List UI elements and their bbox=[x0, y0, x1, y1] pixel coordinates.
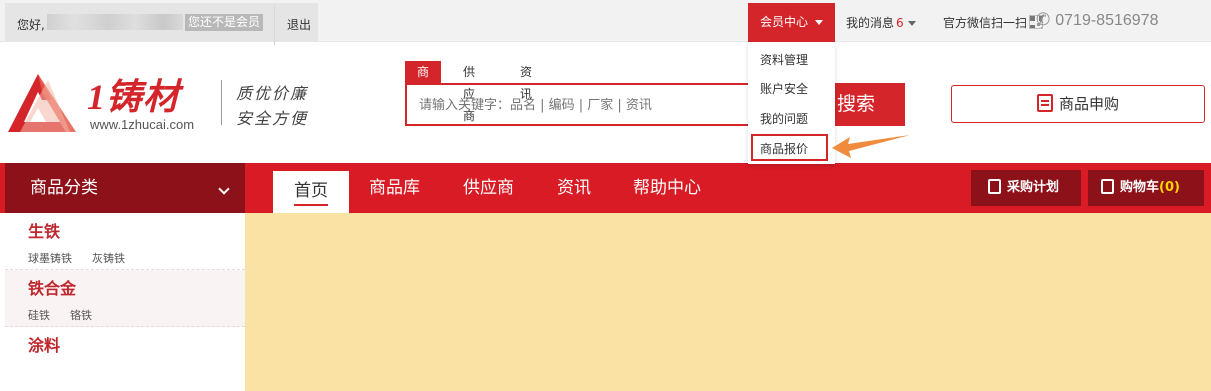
nav-item-label: 首页 bbox=[294, 181, 328, 206]
category-item[interactable]: 生铁 球墨铸铁 灰铸铁 bbox=[5, 213, 245, 270]
caret-down-icon bbox=[907, 21, 916, 26]
cart-button[interactable]: 购物车(0) bbox=[1088, 170, 1204, 206]
menu-item-profile[interactable]: 资料管理 bbox=[760, 51, 808, 68]
document-plus-icon bbox=[1036, 94, 1053, 112]
nav-item-help-center[interactable]: 帮助中心 bbox=[633, 163, 701, 213]
greeting-text: 您好, bbox=[17, 18, 45, 32]
chevron-down-icon bbox=[218, 183, 230, 195]
category-header-label: 商品分类 bbox=[30, 178, 98, 198]
slogan-line-2: 安全方便 bbox=[236, 109, 309, 128]
wechat-label: 官方微信扫一扫 bbox=[943, 16, 1028, 30]
blurred-username bbox=[47, 14, 183, 30]
nav-item-home[interactable]: 首页 bbox=[273, 171, 349, 213]
cart-count: (0) bbox=[1159, 180, 1180, 195]
search-button[interactable]: 搜索 bbox=[827, 83, 905, 126]
caret-down-icon bbox=[815, 20, 824, 25]
hotline: ✆ 0719-8516978 bbox=[1036, 10, 1158, 30]
subcategory-link[interactable]: 铬铁 bbox=[70, 307, 92, 323]
messages-count: 6 bbox=[896, 16, 904, 30]
product-apply-button[interactable]: 商品申购 bbox=[951, 85, 1205, 123]
category-title[interactable]: 涂料 bbox=[28, 332, 60, 356]
user-greeting-area: 您好, 您还不是会员 退出 bbox=[5, 3, 318, 45]
cart-label: 购物车 bbox=[1120, 180, 1160, 195]
arrow-left-icon bbox=[832, 135, 910, 158]
category-sidebar: 生铁 球墨铸铁 灰铸铁 铁合金 硅铁 铬铁 涂料 bbox=[5, 213, 245, 391]
cart-icon bbox=[1101, 179, 1114, 194]
category-header[interactable]: 商品分类 bbox=[5, 163, 245, 213]
purchase-plan-label: 采购计划 bbox=[1007, 180, 1060, 195]
nav-item-product-library[interactable]: 商品库 bbox=[369, 163, 420, 213]
member-center-label: 会员中心 bbox=[760, 15, 809, 29]
clipboard-icon bbox=[988, 179, 1001, 194]
subcategory-link[interactable]: 硅铁 bbox=[28, 307, 50, 323]
nav-item-suppliers[interactable]: 供应商 bbox=[463, 163, 514, 213]
search-input[interactable] bbox=[419, 95, 759, 115]
menu-item-account-security[interactable]: 账户安全 bbox=[760, 80, 808, 97]
divider bbox=[274, 6, 275, 45]
category-title[interactable]: 铁合金 bbox=[28, 275, 76, 299]
search-tab-suppliers[interactable]: 供应商 bbox=[463, 61, 475, 123]
logo-url: www.1zhucai.com bbox=[90, 117, 195, 132]
messages-label: 我的消息 bbox=[846, 16, 895, 30]
logout-link[interactable]: 退出 bbox=[287, 16, 311, 33]
slogan-line-1: 质优价廉 bbox=[236, 84, 309, 103]
wechat-qr-link[interactable]: 官方微信扫一扫 bbox=[943, 14, 1044, 31]
search-tab-products[interactable]: 商品 bbox=[405, 61, 442, 101]
subcategory-link[interactable]: 灰铸铁 bbox=[92, 250, 125, 266]
slogan: 质优价廉 安全方便 bbox=[236, 81, 308, 131]
search-tab-news[interactable]: 资讯 bbox=[520, 61, 532, 101]
phone-icon: ✆ bbox=[1036, 10, 1051, 29]
logo-icon[interactable] bbox=[8, 70, 76, 134]
subcategory-link[interactable]: 球墨铸铁 bbox=[28, 250, 72, 266]
category-title[interactable]: 生铁 bbox=[28, 218, 60, 242]
phone-number: 0719-8516978 bbox=[1055, 12, 1159, 29]
category-item[interactable]: 铁合金 硅铁 铬铁 bbox=[5, 270, 245, 327]
category-item[interactable]: 涂料 bbox=[5, 327, 245, 384]
product-apply-label: 商品申购 bbox=[1058, 95, 1119, 113]
logo-divider bbox=[221, 80, 222, 125]
top-bar: 您好, 您还不是会员 退出 会员中心 我的消息 6 官方微信扫一扫 ✆ 0719-8… bbox=[0, 0, 1211, 45]
my-messages-link[interactable]: 我的消息 6 bbox=[846, 14, 916, 31]
nonmember-badge[interactable]: 您还不是会员 bbox=[185, 14, 264, 31]
menu-item-my-questions[interactable]: 我的问题 bbox=[760, 110, 808, 127]
member-center-button[interactable]: 会员中心 bbox=[748, 3, 835, 42]
nav-item-news[interactable]: 资讯 bbox=[557, 163, 591, 213]
main-banner-area bbox=[245, 213, 1211, 391]
logo-text[interactable]: 1铸材 bbox=[87, 68, 180, 120]
purchase-plan-button[interactable]: 采购计划 bbox=[971, 170, 1081, 206]
highlight-box bbox=[751, 134, 828, 161]
